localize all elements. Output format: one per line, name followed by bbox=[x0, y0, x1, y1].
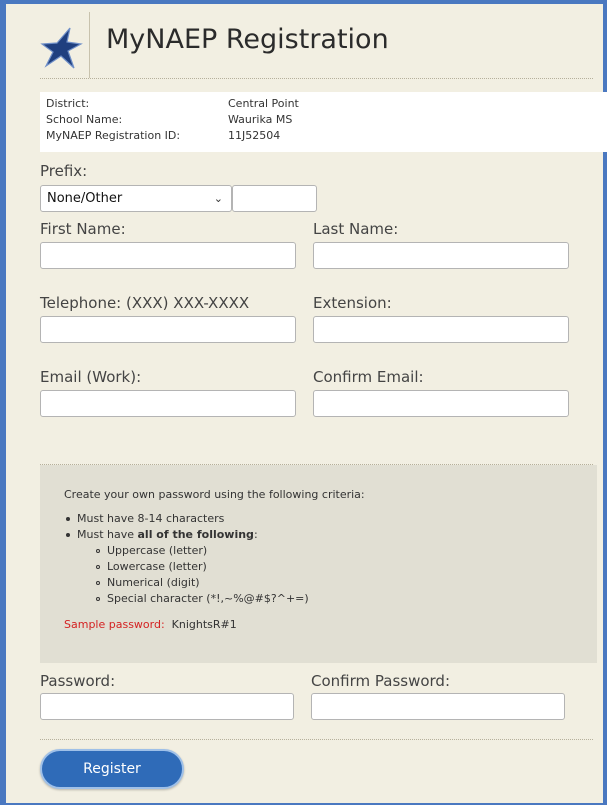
last-name-label: Last Name: bbox=[313, 220, 399, 238]
extension-input[interactable] bbox=[313, 316, 569, 343]
criteria-must-have-prefix: Must have bbox=[77, 528, 138, 541]
sample-password-label: Sample password: bbox=[64, 618, 165, 631]
telephone-label: Telephone: (XXX) XXX-XXXX bbox=[40, 294, 250, 312]
prefix-other-input[interactable] bbox=[232, 185, 317, 212]
last-name-input[interactable] bbox=[313, 242, 569, 269]
ring-bullet-icon bbox=[96, 549, 100, 553]
district-value: Central Point bbox=[228, 97, 299, 110]
criteria-lowercase-text: Lowercase (letter) bbox=[107, 560, 207, 573]
criteria-subitem: Lowercase (letter) bbox=[96, 560, 207, 573]
school-name-value: Waurika MS bbox=[228, 113, 293, 126]
registration-info: District: Central Point School Name: Wau… bbox=[40, 92, 607, 152]
criteria-must-have-suffix: : bbox=[253, 528, 258, 541]
criteria-uppercase-text: Uppercase (letter) bbox=[107, 544, 208, 557]
confirm-password-input[interactable] bbox=[311, 693, 565, 720]
school-name-label: School Name: bbox=[46, 113, 123, 126]
confirm-password-label: Confirm Password: bbox=[311, 672, 451, 690]
header-rule bbox=[40, 78, 593, 79]
header-divider bbox=[89, 12, 90, 78]
criteria-length-text: Must have 8-14 characters bbox=[77, 512, 225, 525]
header: MyNAEP Registration bbox=[40, 12, 596, 78]
district-label: District: bbox=[46, 97, 90, 110]
criteria-must-have-bold: all of the following bbox=[137, 528, 254, 541]
chevron-down-icon: ⌄ bbox=[213, 192, 223, 205]
ring-bullet-icon bbox=[96, 565, 100, 569]
prefix-select[interactable]: None/Other ⌄ bbox=[40, 185, 232, 212]
criteria-must-have-item: Must have all of the following: bbox=[66, 528, 258, 541]
sample-password-value: KnightsR#1 bbox=[171, 618, 237, 631]
criteria-subitem: Numerical (digit) bbox=[96, 576, 200, 589]
criteria-special-text: Special character (*!,~%@#$?^+=) bbox=[107, 592, 309, 605]
extension-label: Extension: bbox=[313, 294, 392, 312]
first-name-label: First Name: bbox=[40, 220, 126, 238]
bullet-icon bbox=[66, 517, 70, 521]
registration-id-value: 11J52504 bbox=[228, 129, 281, 142]
confirm-email-label: Confirm Email: bbox=[313, 368, 424, 386]
prefix-selected-value: None/Other bbox=[47, 191, 123, 206]
email-label: Email (Work): bbox=[40, 368, 142, 386]
email-input[interactable] bbox=[40, 390, 296, 417]
registration-id-label: MyNAEP Registration ID: bbox=[46, 129, 181, 142]
ring-bullet-icon bbox=[96, 597, 100, 601]
first-name-input[interactable] bbox=[40, 242, 296, 269]
password-criteria-box: Create your own password using the follo… bbox=[40, 465, 597, 663]
criteria-intro: Create your own password using the follo… bbox=[64, 488, 365, 501]
register-button[interactable]: Register bbox=[40, 749, 184, 789]
ring-bullet-icon bbox=[96, 581, 100, 585]
bullet-icon bbox=[66, 533, 70, 537]
sample-password: Sample password: KnightsR#1 bbox=[64, 618, 237, 631]
footer-divider bbox=[40, 739, 593, 740]
password-label: Password: bbox=[40, 672, 116, 690]
star-logo-icon bbox=[40, 27, 83, 69]
criteria-subitem: Uppercase (letter) bbox=[96, 544, 207, 557]
criteria-length-item: Must have 8-14 characters bbox=[66, 512, 224, 525]
criteria-numerical-text: Numerical (digit) bbox=[107, 576, 200, 589]
page-title: MyNAEP Registration bbox=[106, 24, 389, 55]
criteria-subitem: Special character (*!,~%@#$?^+=) bbox=[96, 592, 309, 605]
prefix-label: Prefix: bbox=[40, 162, 88, 180]
password-input[interactable] bbox=[40, 693, 294, 720]
confirm-email-input[interactable] bbox=[313, 390, 569, 417]
telephone-input[interactable] bbox=[40, 316, 296, 343]
page-frame: MyNAEP Registration District: Central Po… bbox=[0, 0, 607, 805]
